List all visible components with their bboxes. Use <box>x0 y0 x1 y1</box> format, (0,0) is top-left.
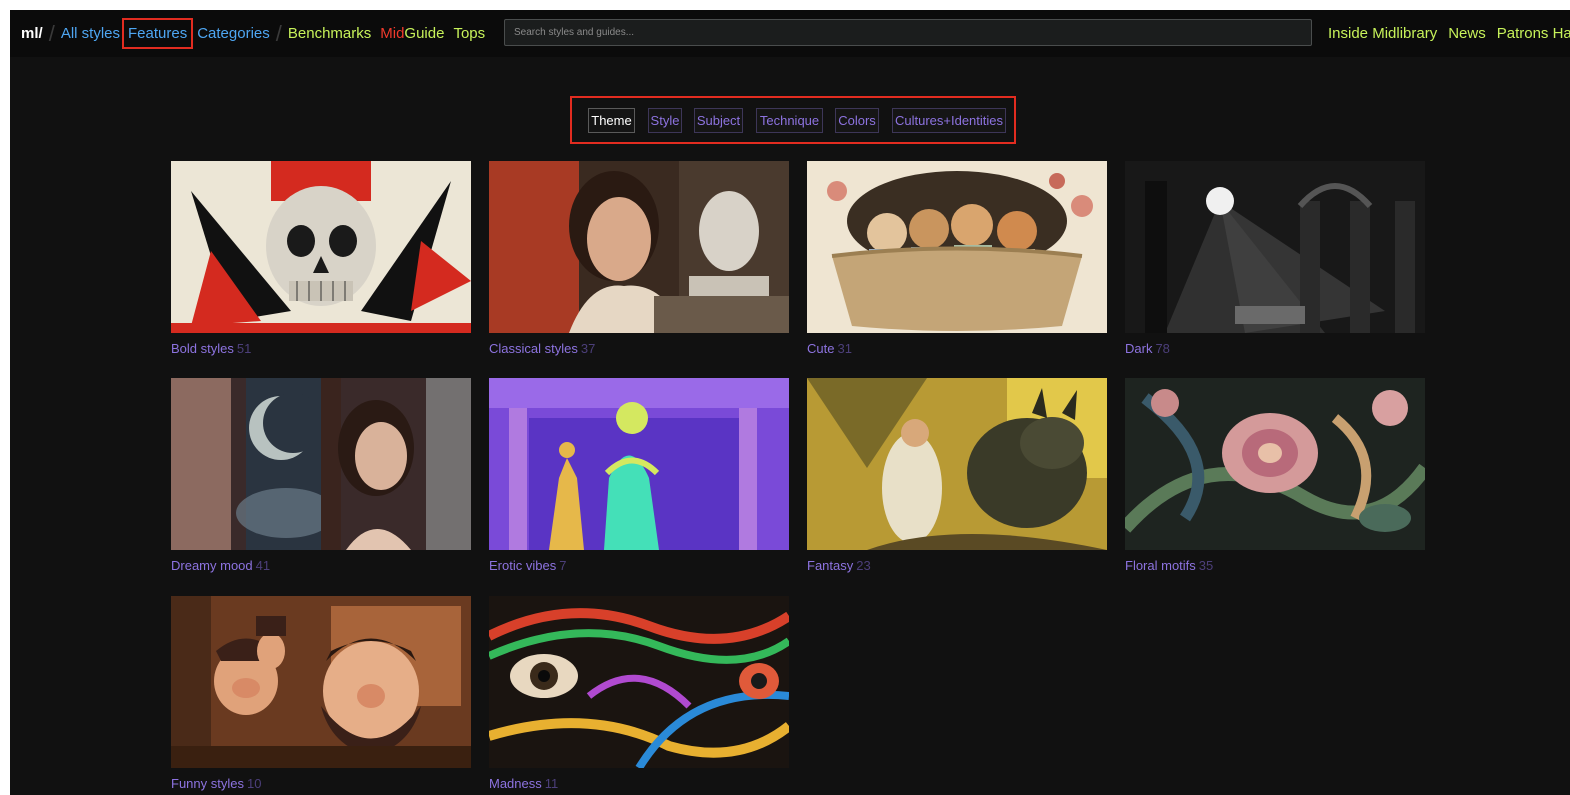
nav-right-links: Inside Midlibrary News Patrons Ha <box>1328 10 1570 57</box>
tab-subject[interactable]: Subject <box>694 108 743 133</box>
search-input[interactable] <box>504 19 1312 46</box>
thumbnail-classical-styles <box>489 161 789 333</box>
card-count: 51 <box>236 341 252 356</box>
card-caption: Dark 78 <box>1125 341 1170 356</box>
thumbnail-cute <box>807 161 1107 333</box>
nav-features[interactable]: Features <box>122 18 194 49</box>
card-count: 41 <box>255 558 271 573</box>
card-title: Madness <box>489 776 542 791</box>
card-caption: Classical styles 37 <box>489 341 595 356</box>
card-caption: Madness 11 <box>489 776 558 791</box>
card-title: Funny styles <box>171 776 244 791</box>
thumbnail-funny-styles <box>171 596 471 768</box>
nav-patrons[interactable]: Patrons Ha <box>1497 25 1570 42</box>
card-caption: Fantasy 23 <box>807 558 871 573</box>
card-count: 10 <box>246 776 262 791</box>
card-title: Cute <box>807 341 835 356</box>
card-caption: Floral motifs 35 <box>1125 558 1213 573</box>
card-count: 31 <box>837 341 852 356</box>
card-title: Dark <box>1125 341 1153 356</box>
midguide-guide: Guide <box>404 25 445 42</box>
card-count: 35 <box>1198 558 1214 573</box>
thumbnail-madness <box>489 596 789 768</box>
nav-inside-midlibrary[interactable]: Inside Midlibrary <box>1328 25 1437 42</box>
nav-benchmarks[interactable]: Benchmarks <box>288 25 371 42</box>
card-count: 37 <box>580 341 596 356</box>
thumbnail-dreamy-mood <box>171 378 471 550</box>
thumbnail-erotic-vibes <box>489 378 789 550</box>
nav-separator: / <box>48 20 55 46</box>
card-title: Bold styles <box>171 341 234 356</box>
tab-cultures-identities[interactable]: Cultures+Identities <box>892 108 1006 133</box>
thumbnail-bold-styles <box>171 161 471 333</box>
logo-link[interactable]: ml/ <box>21 25 43 42</box>
card-caption: Dreamy mood 41 <box>171 558 270 573</box>
tab-technique[interactable]: Technique <box>756 108 823 133</box>
card-title: Fantasy <box>807 558 854 573</box>
midguide-mid: Mid <box>380 25 405 42</box>
thumbnail-dark <box>1125 161 1425 333</box>
nav-all-styles[interactable]: All styles <box>61 25 120 42</box>
card-count: 78 <box>1155 341 1170 356</box>
card-count: 23 <box>856 558 871 573</box>
tab-colors[interactable]: Colors <box>835 108 879 133</box>
nav-separator: / <box>275 20 282 46</box>
card-caption: Bold styles 51 <box>171 341 251 356</box>
page: ml/ / All styles Features Categories / B… <box>10 10 1570 795</box>
card-count: 11 <box>544 776 559 791</box>
tab-style[interactable]: Style <box>648 108 682 133</box>
thumbnail-floral-motifs <box>1125 378 1425 550</box>
card-count: 7 <box>559 558 567 573</box>
card-caption: Funny styles 10 <box>171 776 261 791</box>
nav-tops[interactable]: Tops <box>453 25 485 42</box>
card-title: Floral motifs <box>1125 558 1196 573</box>
card-title: Classical styles <box>489 341 578 356</box>
card-title: Erotic vibes <box>489 558 557 573</box>
tab-theme[interactable]: Theme <box>588 108 635 133</box>
nav-midguide[interactable]: MidGuide <box>380 25 444 42</box>
nav-news[interactable]: News <box>1448 25 1486 42</box>
card-caption: Erotic vibes 7 <box>489 558 566 573</box>
card-title: Dreamy mood <box>171 558 253 573</box>
nav-categories[interactable]: Categories <box>197 25 270 42</box>
card-caption: Cute 31 <box>807 341 852 356</box>
thumbnail-fantasy <box>807 378 1107 550</box>
